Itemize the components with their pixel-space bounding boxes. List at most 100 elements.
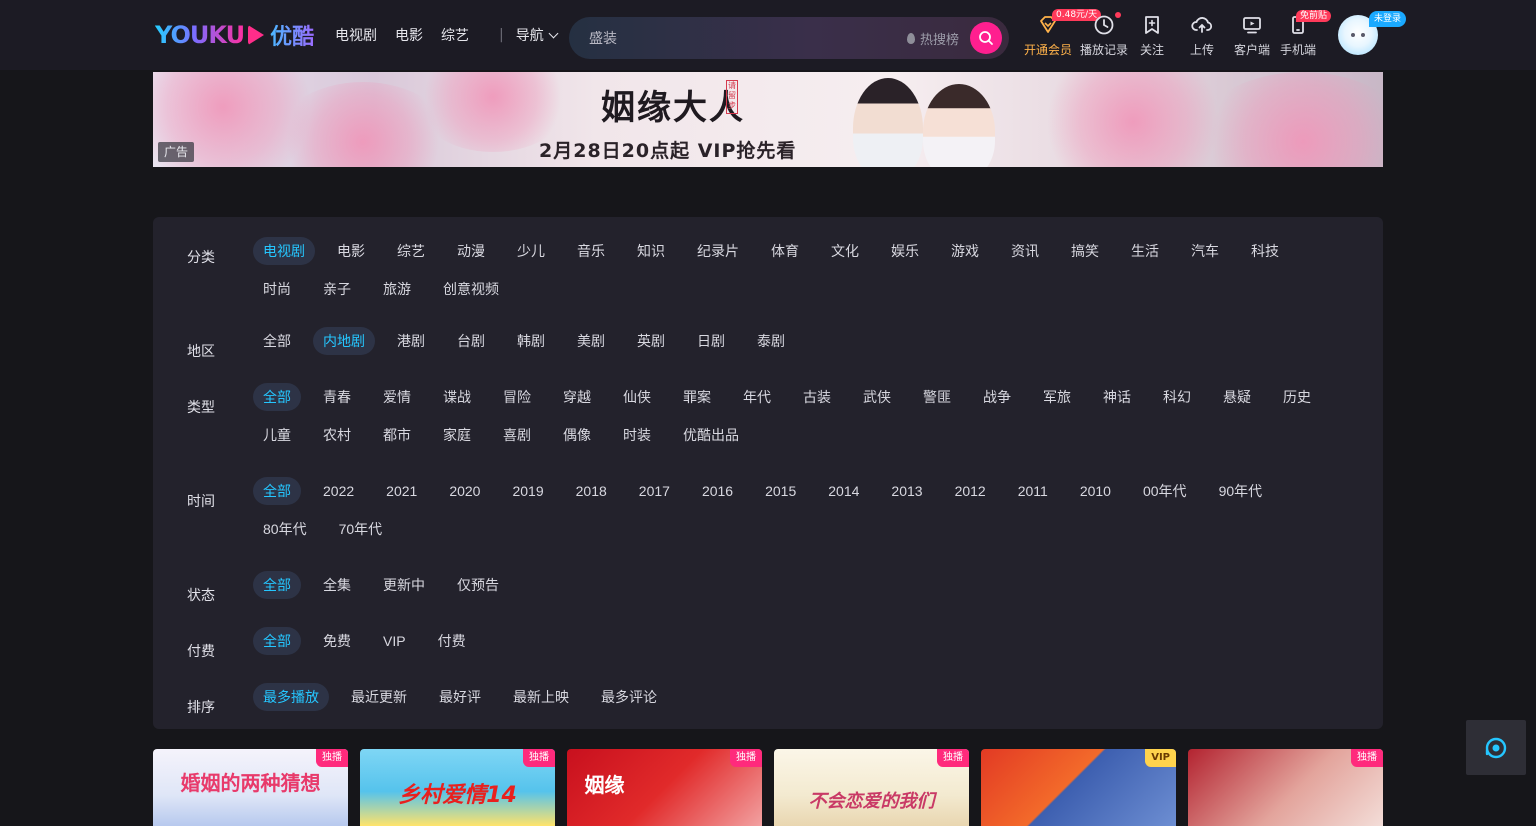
filter-option[interactable]: 喜剧 <box>493 421 541 449</box>
upload-button[interactable]: 上传 <box>1174 10 1230 58</box>
filter-option[interactable]: 历史 <box>1273 383 1321 411</box>
filter-option[interactable]: 神话 <box>1093 383 1141 411</box>
filter-option[interactable]: 2017 <box>629 477 680 505</box>
filter-option[interactable]: 00年代 <box>1133 477 1197 505</box>
filter-option[interactable]: 2020 <box>439 477 490 505</box>
filter-option[interactable]: 爱情 <box>373 383 421 411</box>
filter-option[interactable]: 旅游 <box>373 275 421 303</box>
filter-option[interactable]: 全部 <box>253 383 301 411</box>
video-card[interactable]: 姻缘 独播 <box>567 749 762 826</box>
filter-option[interactable]: 科幻 <box>1153 383 1201 411</box>
nav-movie[interactable]: 电影 <box>395 25 423 45</box>
filter-option[interactable]: 悬疑 <box>1213 383 1261 411</box>
filter-option[interactable]: 2018 <box>566 477 617 505</box>
filter-option[interactable]: 最多播放 <box>253 683 329 711</box>
filter-option[interactable]: 2021 <box>376 477 427 505</box>
filter-option[interactable]: 最多评论 <box>591 683 667 711</box>
filter-option[interactable]: 战争 <box>973 383 1021 411</box>
filter-option[interactable]: 谍战 <box>433 383 481 411</box>
filter-option[interactable]: 最近更新 <box>341 683 417 711</box>
filter-option[interactable]: 全部 <box>253 327 301 355</box>
filter-option[interactable]: 时装 <box>613 421 661 449</box>
nav-more-dropdown[interactable]: 导航 <box>516 25 559 45</box>
filter-option[interactable]: 创意视频 <box>433 275 509 303</box>
filter-option[interactable]: 纪录片 <box>687 237 749 265</box>
filter-option[interactable]: 最好评 <box>429 683 491 711</box>
video-card[interactable]: 不会恋爱的我们 独播 <box>774 749 969 826</box>
filter-option[interactable]: 儿童 <box>253 421 301 449</box>
filter-option[interactable]: 更新中 <box>373 571 435 599</box>
filter-option[interactable]: 2016 <box>692 477 743 505</box>
hot-search-link[interactable]: 热搜榜 <box>907 29 959 48</box>
filter-option[interactable]: 韩剧 <box>507 327 555 355</box>
filter-option[interactable]: 穿越 <box>553 383 601 411</box>
filter-option[interactable]: 罪案 <box>673 383 721 411</box>
filter-option[interactable]: 青春 <box>313 383 361 411</box>
video-card[interactable]: VIP <box>981 749 1176 826</box>
filter-option[interactable]: 体育 <box>761 237 809 265</box>
filter-option[interactable]: 2012 <box>945 477 996 505</box>
filter-option[interactable]: 电影 <box>327 237 375 265</box>
filter-option[interactable]: 最新上映 <box>503 683 579 711</box>
vip-button[interactable]: 开通会员 0.48元/天 <box>1020 9 1102 58</box>
filter-option[interactable]: 电视剧 <box>253 237 315 265</box>
filter-option[interactable]: 农村 <box>313 421 361 449</box>
filter-option[interactable]: 偶像 <box>553 421 601 449</box>
filter-option[interactable]: 内地剧 <box>313 327 375 355</box>
filter-option[interactable]: 家庭 <box>433 421 481 449</box>
filter-option[interactable]: 音乐 <box>567 237 615 265</box>
filter-option[interactable]: 警匪 <box>913 383 961 411</box>
filter-option[interactable]: 优酷出品 <box>673 421 749 449</box>
filter-option[interactable]: 年代 <box>733 383 781 411</box>
video-card[interactable]: 乡村爱情14 独播 <box>360 749 555 826</box>
filter-option[interactable]: 全部 <box>253 477 301 505</box>
youku-logo[interactable]: YOUKU 优酷 <box>155 20 314 50</box>
filter-option[interactable]: 科技 <box>1241 237 1289 265</box>
filter-option[interactable]: 港剧 <box>387 327 435 355</box>
search-button[interactable] <box>970 22 1002 54</box>
filter-option[interactable]: 免费 <box>313 627 361 655</box>
filter-option[interactable]: 美剧 <box>567 327 615 355</box>
filter-option[interactable]: 2019 <box>502 477 553 505</box>
filter-option[interactable]: 时尚 <box>253 275 301 303</box>
filter-option[interactable]: 游戏 <box>941 237 989 265</box>
filter-option[interactable]: 综艺 <box>387 237 435 265</box>
filter-option[interactable]: 70年代 <box>329 515 393 543</box>
nav-tv[interactable]: 电视剧 <box>335 25 377 45</box>
filter-option[interactable]: 资讯 <box>1001 237 1049 265</box>
filter-option[interactable]: 日剧 <box>687 327 735 355</box>
search-input[interactable] <box>589 28 889 48</box>
filter-option[interactable]: 90年代 <box>1209 477 1273 505</box>
customer-service-button[interactable] <box>1466 720 1526 775</box>
filter-option[interactable]: 80年代 <box>253 515 317 543</box>
follow-button[interactable]: 关注 <box>1124 10 1180 58</box>
video-card[interactable]: 独播 <box>1188 749 1383 826</box>
filter-option[interactable]: 都市 <box>373 421 421 449</box>
filter-option[interactable]: 娱乐 <box>881 237 929 265</box>
filter-option[interactable]: 文化 <box>821 237 869 265</box>
filter-option[interactable]: 搞笑 <box>1061 237 1109 265</box>
filter-option[interactable]: 少儿 <box>507 237 555 265</box>
filter-option[interactable]: 生活 <box>1121 237 1169 265</box>
filter-option[interactable]: 英剧 <box>627 327 675 355</box>
nav-variety[interactable]: 综艺 <box>441 25 469 45</box>
filter-option[interactable]: 台剧 <box>447 327 495 355</box>
filter-option[interactable]: 亲子 <box>313 275 361 303</box>
filter-option[interactable]: 付费 <box>428 627 476 655</box>
filter-option[interactable]: 汽车 <box>1181 237 1229 265</box>
filter-option[interactable]: 仅预告 <box>447 571 509 599</box>
filter-option[interactable]: 2010 <box>1070 477 1121 505</box>
login-status-badge[interactable]: 未登录 <box>1369 11 1407 27</box>
filter-option[interactable]: 冒险 <box>493 383 541 411</box>
filter-option[interactable]: 全集 <box>313 571 361 599</box>
filter-option[interactable]: VIP <box>373 627 416 655</box>
filter-option[interactable]: 动漫 <box>447 237 495 265</box>
filter-option[interactable]: 2011 <box>1008 477 1058 505</box>
filter-option[interactable]: 全部 <box>253 571 301 599</box>
filter-option[interactable]: 武侠 <box>853 383 901 411</box>
filter-option[interactable]: 2014 <box>818 477 869 505</box>
filter-option[interactable]: 2022 <box>313 477 364 505</box>
filter-option[interactable]: 古装 <box>793 383 841 411</box>
filter-option[interactable]: 泰剧 <box>747 327 795 355</box>
filter-option[interactable]: 2015 <box>755 477 806 505</box>
